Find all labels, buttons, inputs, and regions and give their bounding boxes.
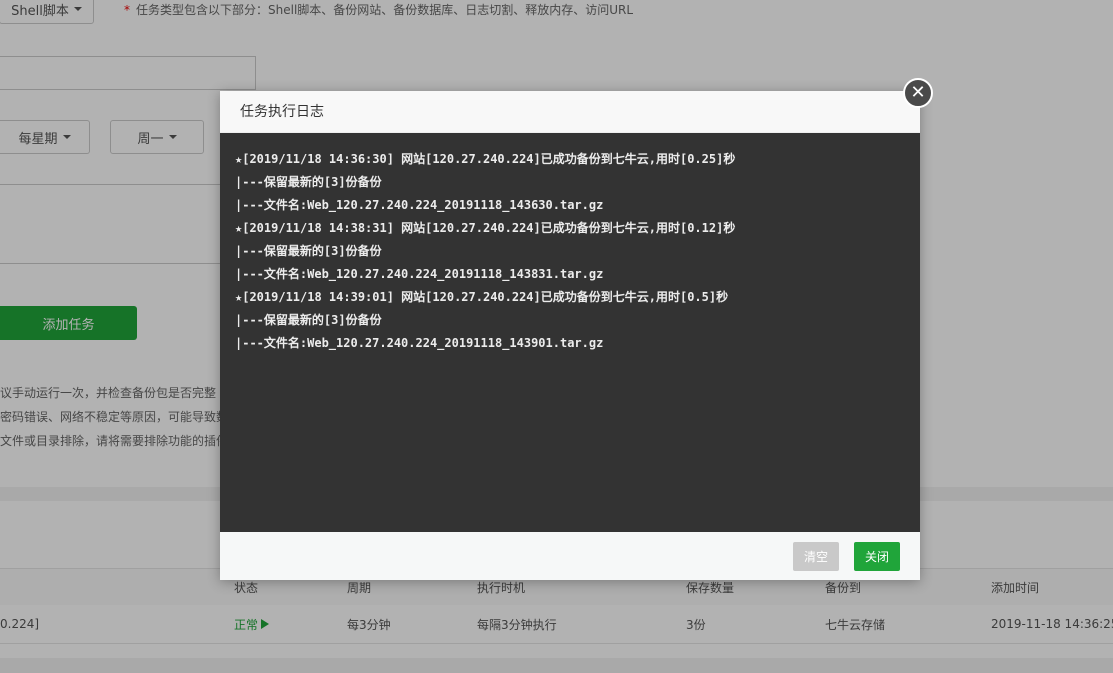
clear-log-button[interactable]: 清空 (793, 542, 839, 571)
log-line: |---文件名:Web_120.27.240.224_20191118_1438… (235, 267, 604, 281)
log-line: |---保留最新的[3]份备份 (235, 175, 382, 189)
dialog-title: 任务执行日志 (240, 104, 324, 120)
log-line: ★[2019/11/18 14:36:30] 网站[120.27.240.224… (235, 152, 736, 166)
close-dialog-button[interactable]: 关闭 (854, 542, 900, 571)
close-icon[interactable]: ✕ (903, 78, 933, 108)
log-line: |---文件名:Web_120.27.240.224_20191118_1436… (235, 198, 604, 212)
dialog-footer: 清空 关闭 (220, 532, 920, 580)
task-log-dialog: 任务执行日志 ★[2019/11/18 14:36:30] 网站[120.27.… (220, 91, 920, 580)
log-line: ★[2019/11/18 14:39:01] 网站[120.27.240.224… (235, 290, 729, 304)
log-line: |---保留最新的[3]份备份 (235, 244, 382, 258)
dialog-header: 任务执行日志 (220, 91, 920, 133)
log-output-panel[interactable]: ★[2019/11/18 14:36:30] 网站[120.27.240.224… (220, 133, 920, 532)
log-line: |---保留最新的[3]份备份 (235, 313, 382, 327)
log-line: ★[2019/11/18 14:38:31] 网站[120.27.240.224… (235, 221, 736, 235)
log-line: |---文件名:Web_120.27.240.224_20191118_1439… (235, 336, 604, 350)
